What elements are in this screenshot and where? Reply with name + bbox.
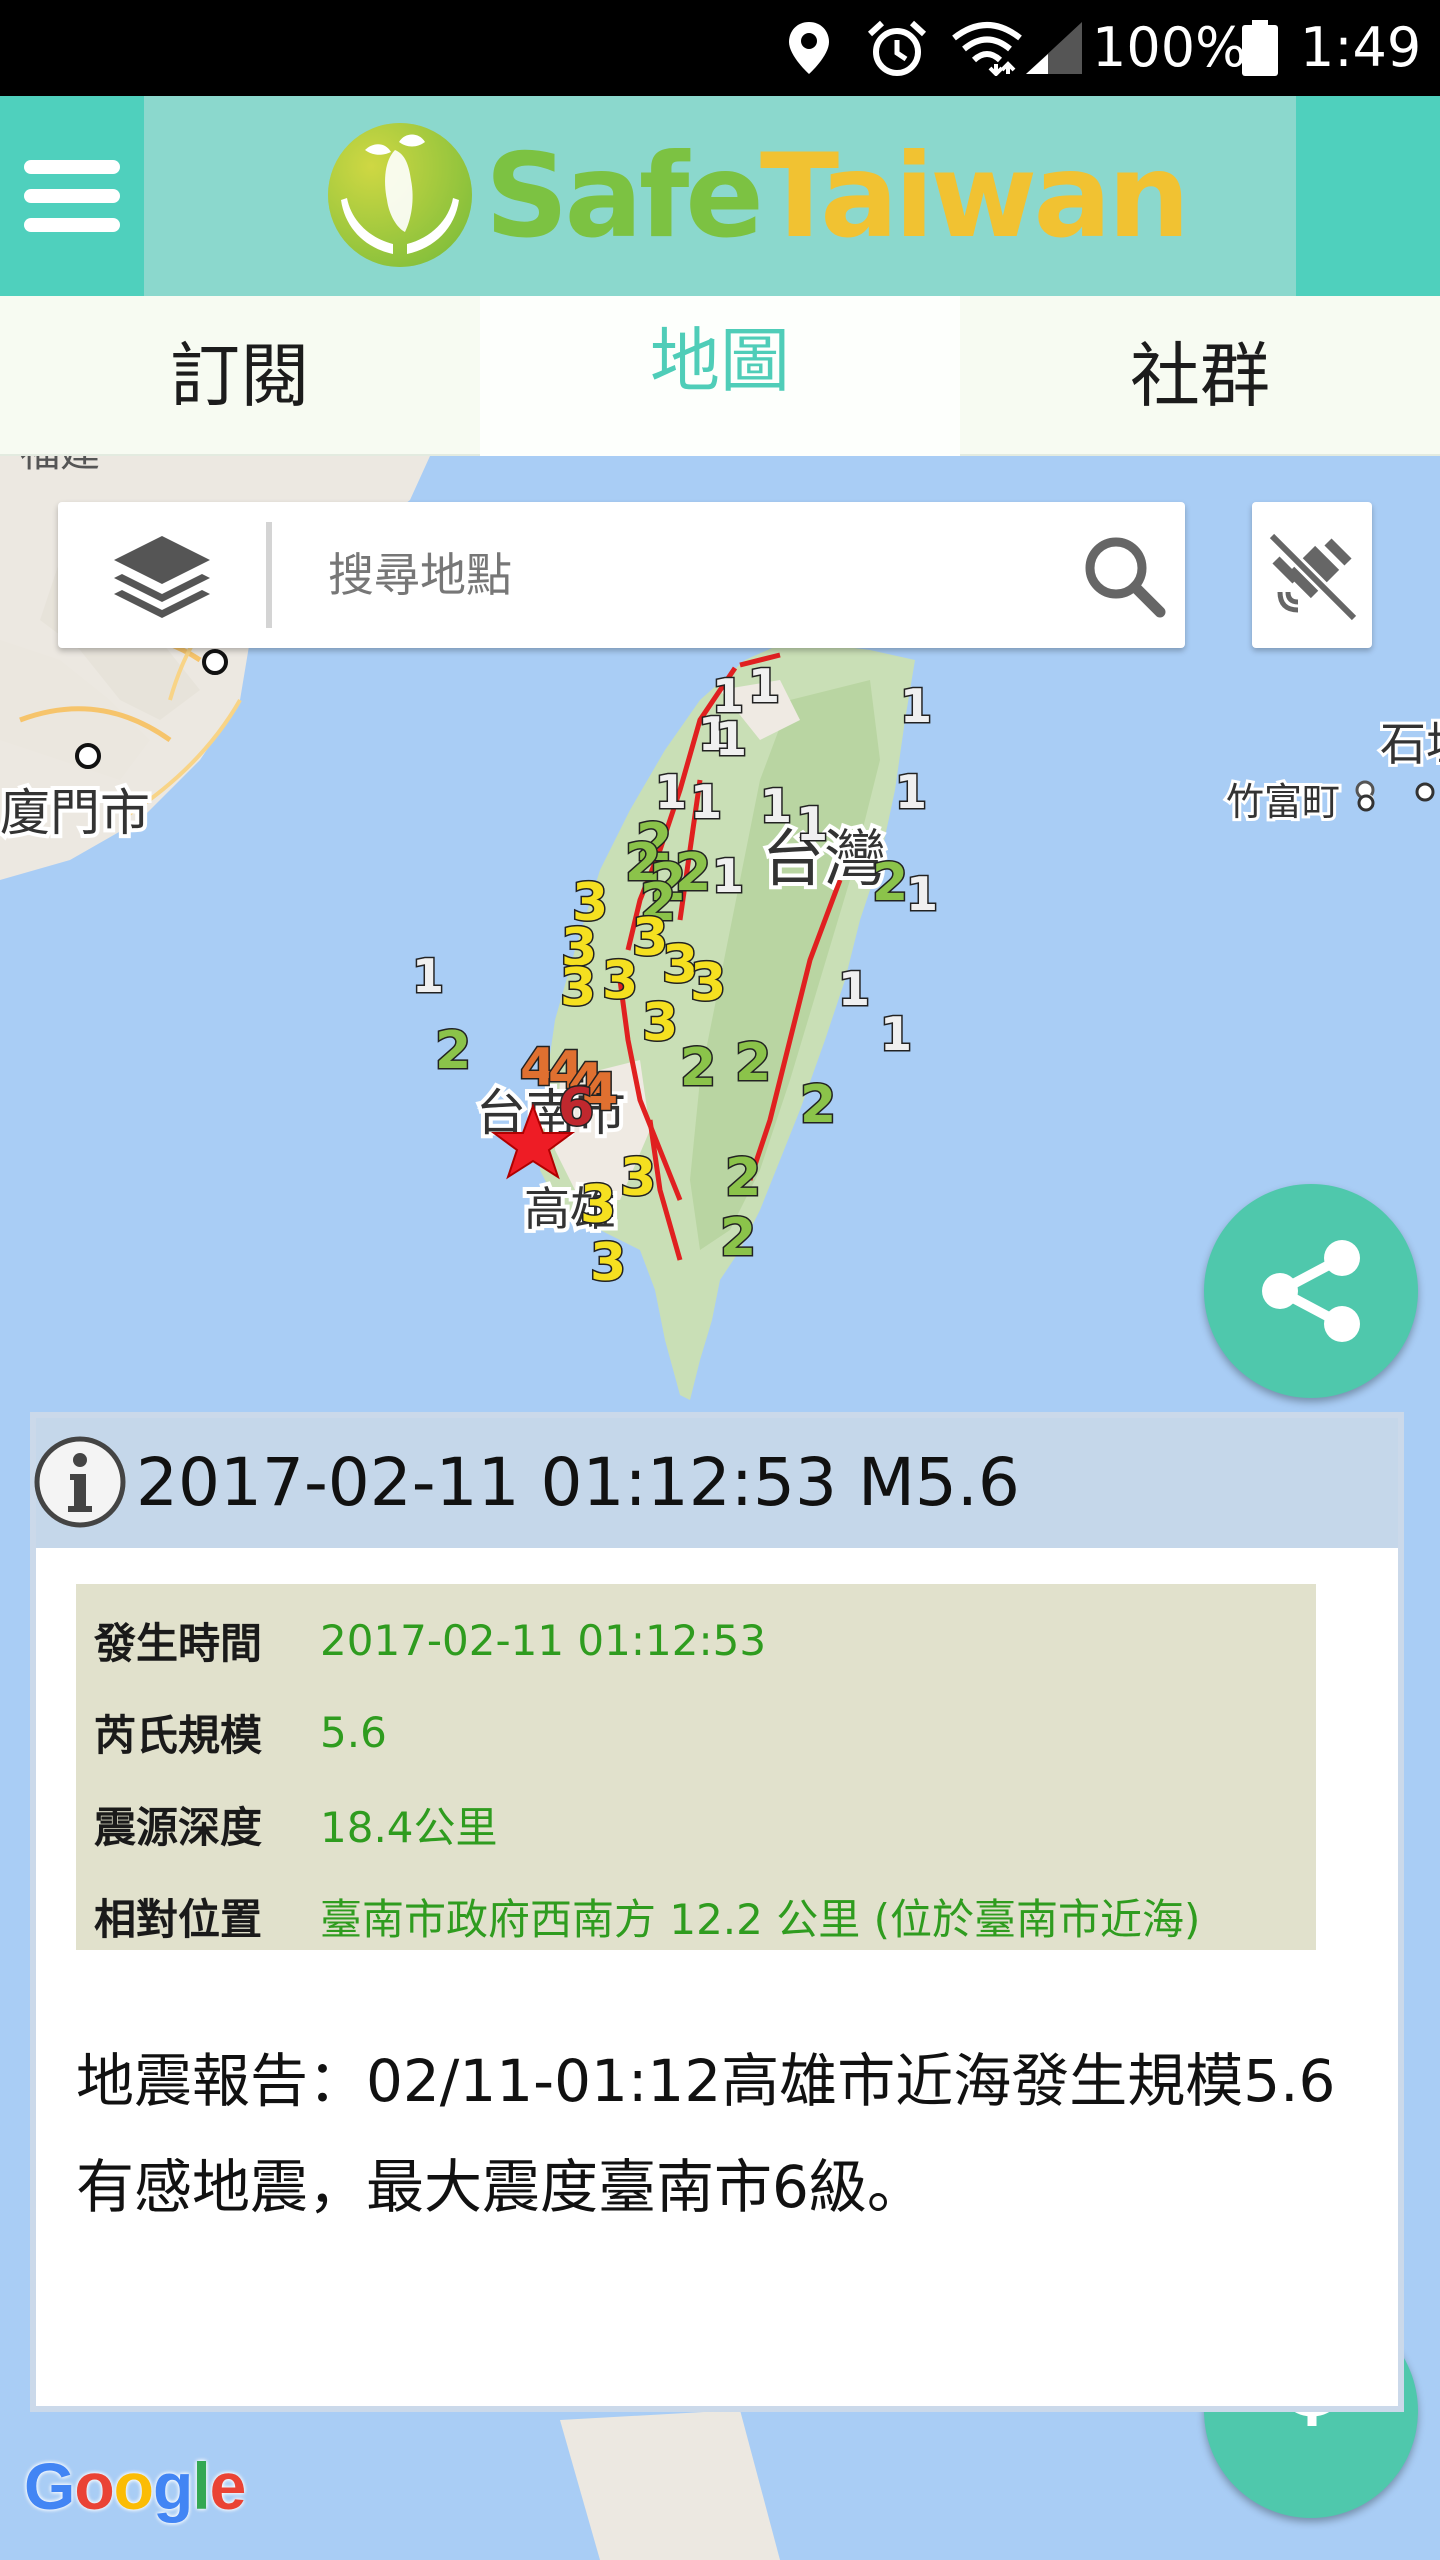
detail-value: 5.6 (320, 1707, 387, 1757)
share-icon (1262, 1240, 1360, 1342)
search-bar (58, 502, 1185, 648)
detail-row-depth: 震源深度 18.4公里 (94, 1778, 1298, 1870)
intensity-marker-3[interactable]: 3 (641, 992, 680, 1055)
tab-subscribe[interactable]: 訂閱 (0, 296, 480, 456)
battery-percent: 100% (1092, 16, 1247, 79)
intensity-marker-3[interactable]: 3 (689, 952, 728, 1015)
intensity-marker-2[interactable]: 2 (679, 1037, 718, 1100)
location-icon (789, 22, 829, 74)
battery-icon (1242, 20, 1278, 76)
alarm-icon (867, 20, 927, 76)
tab-map[interactable]: 地圖 (480, 296, 960, 456)
detail-value: 臺南市政府西南方 12.2 公里 (位於臺南市近海) (320, 1894, 1201, 1944)
detail-row-time: 發生時間 2017-02-11 01:12:53 (94, 1594, 1298, 1686)
logo-text: SafeTaiwan (485, 129, 1190, 264)
detail-value: 18.4公里 (320, 1802, 498, 1852)
detail-table: 發生時間 2017-02-11 01:12:53 芮氏規模 5.6 震源深度 1… (76, 1584, 1316, 1950)
intensity-marker-1[interactable]: 1 (905, 866, 940, 923)
detail-label: 相對位置 (94, 1894, 263, 1944)
intensity-marker-1[interactable]: 1 (879, 1006, 914, 1063)
google-attribution[interactable]: Google (24, 2448, 246, 2524)
intensity-marker-1[interactable]: 1 (411, 948, 446, 1005)
intensity-marker-2[interactable]: 2 (799, 1074, 838, 1137)
detail-row-location: 相對位置 臺南市政府西南方 12.2 公里 (位於臺南市近海) (94, 1870, 1298, 1962)
tab-bar: 訂閱 地圖 社群 (0, 296, 1440, 456)
share-button[interactable] (1204, 1184, 1418, 1398)
intensity-marker-3[interactable]: 3 (559, 957, 598, 1020)
tab-community[interactable]: 社群 (960, 296, 1440, 456)
intensity-marker-1[interactable]: 1 (837, 961, 872, 1018)
info-card-header[interactable]: 2017-02-11 01:12:53 M5.6 (34, 1418, 1398, 1548)
intensity-marker-1[interactable]: 1 (759, 778, 794, 835)
intensity-marker-1[interactable]: 1 (795, 796, 830, 853)
layers-icon (114, 536, 210, 618)
detail-label: 震源深度 (94, 1802, 263, 1852)
detail-value: 2017-02-11 01:12:53 (320, 1615, 767, 1665)
intensity-marker-1[interactable]: 1 (714, 711, 749, 768)
intensity-marker-2[interactable]: 2 (724, 1147, 763, 1210)
intensity-marker-3[interactable]: 3 (589, 1232, 628, 1295)
search-input[interactable] (328, 532, 1028, 618)
hamburger-icon (24, 160, 120, 174)
place-label-zhufu: 竹富町 (1226, 780, 1340, 824)
layers-button[interactable] (58, 502, 268, 648)
app-header: SafeTaiwan (0, 96, 1440, 296)
intensity-marker-1[interactable]: 1 (747, 658, 782, 715)
place-label-xiamen: 廈門市 (0, 784, 150, 842)
intensity-marker-2[interactable]: 2 (674, 842, 713, 905)
intensity-marker-2[interactable]: 2 (871, 852, 910, 915)
place-label-fujian: 福建 (20, 456, 100, 476)
menu-button[interactable] (0, 96, 144, 296)
intensity-marker-1[interactable]: 1 (711, 848, 746, 905)
intensity-marker-3[interactable]: 3 (579, 1174, 618, 1237)
detail-label: 芮氏規模 (94, 1710, 263, 1760)
intensity-marker-6[interactable]: 6 (557, 1077, 596, 1140)
intensity-marker-2[interactable]: 2 (719, 1207, 758, 1270)
detail-row-magnitude: 芮氏規模 5.6 (94, 1686, 1298, 1778)
signal-icon (1026, 22, 1082, 74)
wifi-icon (952, 22, 1022, 76)
intensity-marker-1[interactable]: 1 (899, 678, 934, 735)
status-bar: 100% 1:49 (0, 0, 1440, 96)
safetaiwan-logo: SafeTaiwan (325, 120, 1190, 270)
intensity-marker-2[interactable]: 2 (434, 1020, 473, 1083)
intensity-marker-2[interactable]: 2 (734, 1032, 773, 1095)
earthquake-info-card: 2017-02-11 01:12:53 M5.6 發生時間 2017-02-11… (30, 1412, 1404, 2412)
intensity-marker-1[interactable]: 1 (654, 764, 689, 821)
place-label-shi: 石垣 (1380, 717, 1440, 771)
info-icon (34, 1436, 126, 1528)
logo-emblem-icon (328, 123, 472, 267)
gps-toggle-button[interactable] (1252, 502, 1372, 648)
event-title: 2017-02-11 01:12:53 M5.6 (136, 1444, 1020, 1521)
gps-off-icon (1267, 531, 1358, 622)
detail-label: 發生時間 (94, 1618, 263, 1668)
intensity-marker-3[interactable]: 3 (619, 1147, 658, 1210)
intensity-marker-1[interactable]: 1 (689, 774, 724, 831)
search-divider (266, 522, 272, 628)
search-button[interactable] (1078, 530, 1170, 622)
earthquake-report: 地震報告：02/11-01:12高雄市近海發生規模5.6有感地震，最大震度臺南市… (76, 2047, 1336, 2221)
intensity-marker-1[interactable]: 1 (894, 764, 929, 821)
clock: 1:49 (1300, 16, 1422, 79)
search-icon (1085, 537, 1166, 618)
